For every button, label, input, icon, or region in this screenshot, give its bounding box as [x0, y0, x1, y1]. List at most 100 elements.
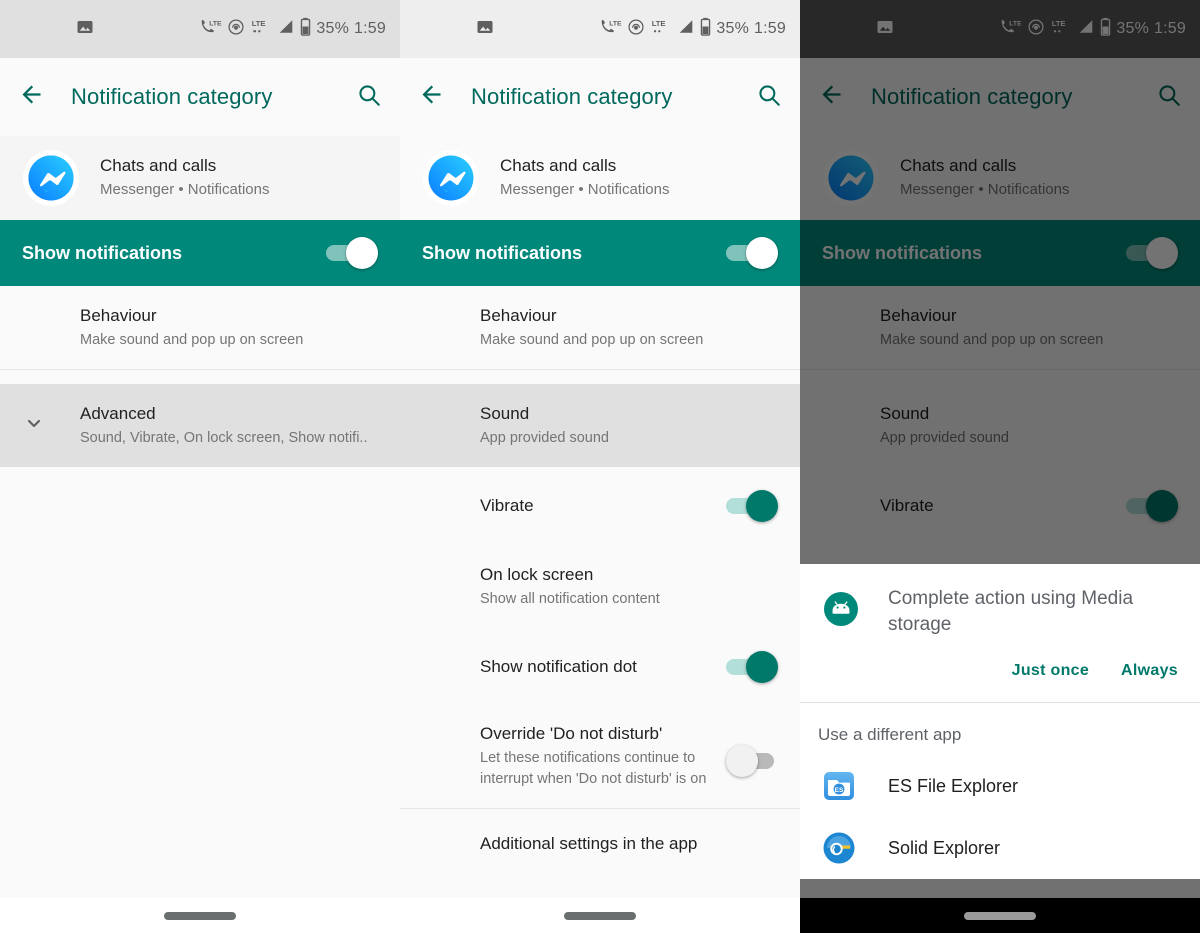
search-icon[interactable] — [756, 82, 782, 113]
svg-text:LTE: LTE — [252, 19, 266, 28]
chevron-down-icon — [22, 411, 46, 440]
vibrate-row[interactable]: Vibrate — [800, 467, 1200, 545]
use-different-app-header: Use a different app — [818, 725, 962, 744]
battery-icon — [300, 17, 311, 41]
advanced-row[interactable]: Advanced Sound, Vibrate, On lock screen,… — [0, 384, 400, 467]
sound-title: Sound — [480, 404, 530, 423]
panel-collapsed-advanced: LTE LTE 35% 1:59 Notification category C… — [0, 0, 400, 933]
signal-icon — [1077, 18, 1095, 40]
behaviour-row[interactable]: Behaviour Make sound and pop up on scree… — [400, 286, 800, 369]
image-icon — [76, 18, 94, 41]
hotspot-icon — [227, 18, 245, 41]
app-info-header: Chats and calls Messenger • Notification… — [800, 136, 1200, 220]
dialog-actions: Just once Always — [800, 648, 1200, 702]
vibrate-row[interactable]: Vibrate — [400, 467, 800, 545]
screenshot-root: LTE LTE 35% 1:59 Notification category C… — [0, 0, 1200, 933]
lock-screen-row[interactable]: On lock screen Show all notification con… — [400, 545, 800, 628]
show-notifications-row[interactable]: Show notifications — [800, 220, 1200, 286]
override-dnd-title: Override 'Do not disturb' — [480, 724, 663, 743]
messenger-icon — [822, 149, 880, 207]
show-notifications-toggle[interactable] — [326, 237, 378, 269]
vibrate-toggle[interactable] — [1126, 490, 1178, 522]
lte-data-icon: LTE — [650, 18, 672, 41]
android-media-storage-icon — [822, 590, 860, 628]
sound-subtitle: App provided sound — [480, 430, 609, 446]
dialog-title: Complete action using Media storage — [888, 588, 1134, 635]
lte-call-icon: LTE — [600, 18, 622, 41]
always-button[interactable]: Always — [1121, 662, 1178, 680]
image-icon — [476, 18, 494, 41]
behaviour-title: Behaviour — [880, 306, 957, 325]
clock: 1:59 — [754, 20, 786, 37]
messenger-icon — [422, 149, 480, 207]
system-nav-bar — [400, 898, 800, 933]
behaviour-title: Behaviour — [480, 306, 557, 325]
lte-call-icon: LTE — [200, 18, 222, 41]
show-notifications-row[interactable]: Show notifications — [400, 220, 800, 286]
override-dnd-row[interactable]: Override 'Do not disturb' Let these noti… — [400, 706, 800, 808]
svg-text:LTE: LTE — [652, 19, 666, 28]
page-title: Notification category — [71, 84, 273, 109]
battery-percent: 35% — [716, 20, 750, 37]
messenger-icon — [22, 149, 80, 207]
show-notifications-label: Show notifications — [22, 242, 182, 263]
back-arrow-icon[interactable] — [18, 81, 45, 113]
behaviour-row[interactable]: Behaviour Make sound and pop up on scree… — [0, 286, 400, 369]
override-dnd-toggle[interactable] — [726, 745, 778, 777]
page-title: Notification category — [471, 84, 673, 109]
battery-percent: 35% — [316, 20, 350, 37]
battery-percent: 35% — [1116, 20, 1150, 37]
es-file-explorer-icon: ES — [822, 769, 856, 803]
nav-gesture-pill[interactable] — [964, 911, 1036, 920]
sound-title: Sound — [880, 404, 930, 423]
signal-icon — [277, 18, 295, 40]
chooser-app-solid-explorer[interactable]: Solid Explorer — [800, 817, 1200, 879]
nav-gesture-pill[interactable] — [564, 911, 636, 920]
intent-chooser-dialog: Complete action using Media storage Just… — [800, 564, 1200, 879]
vibrate-toggle[interactable] — [726, 490, 778, 522]
vibrate-title: Vibrate — [480, 496, 534, 515]
show-notifications-toggle[interactable] — [1126, 237, 1178, 269]
lock-screen-subtitle: Show all notification content — [480, 591, 660, 607]
sound-subtitle: App provided sound — [880, 430, 1009, 446]
svg-text:LTE: LTE — [1052, 19, 1066, 28]
chooser-app-name: Solid Explorer — [888, 837, 1001, 858]
svg-text:LTE: LTE — [210, 20, 223, 27]
spacer — [800, 370, 1200, 384]
behaviour-subtitle: Make sound and pop up on screen — [880, 332, 1104, 348]
app-channel-name: Chats and calls — [100, 156, 217, 175]
back-arrow-icon[interactable] — [418, 81, 445, 113]
just-once-button[interactable]: Just once — [1012, 662, 1089, 680]
solid-explorer-icon — [822, 831, 856, 865]
show-notifications-toggle[interactable] — [726, 237, 778, 269]
app-bar: Notification category — [400, 58, 800, 136]
app-bar: Notification category — [800, 58, 1200, 136]
dialog-header: Complete action using Media storage — [800, 564, 1200, 648]
panel-expanded-advanced: LTE LTE 35% 1:59 Notification category C… — [400, 0, 800, 933]
system-nav-bar — [800, 898, 1200, 933]
notification-dot-row[interactable]: Show notification dot — [400, 628, 800, 706]
behaviour-row[interactable]: Behaviour Make sound and pop up on scree… — [800, 286, 1200, 369]
search-icon[interactable] — [1156, 82, 1182, 113]
clock: 1:59 — [354, 20, 386, 37]
advanced-subtitle: Sound, Vibrate, On lock screen, Show not… — [80, 430, 368, 446]
chooser-app-name: ES File Explorer — [888, 775, 1019, 796]
spacer — [0, 370, 400, 384]
sound-row[interactable]: Sound App provided sound — [800, 384, 1200, 467]
status-bar: LTE LTE 35% 1:59 — [400, 0, 800, 58]
back-arrow-icon[interactable] — [818, 81, 845, 113]
show-notifications-label: Show notifications — [422, 242, 582, 263]
chooser-app-es-file-explorer[interactable]: ES ES File Explorer — [800, 755, 1200, 817]
additional-settings-row[interactable]: Additional settings in the app — [400, 809, 800, 879]
signal-icon — [677, 18, 695, 40]
search-icon[interactable] — [356, 82, 382, 113]
show-notifications-row[interactable]: Show notifications — [0, 220, 400, 286]
sound-row[interactable]: Sound App provided sound — [400, 384, 800, 467]
lte-data-icon: LTE — [250, 18, 272, 41]
page-title: Notification category — [871, 84, 1073, 109]
app-info-header: Chats and calls Messenger • Notification… — [0, 136, 400, 220]
notification-dot-toggle[interactable] — [726, 651, 778, 683]
battery-icon — [1100, 17, 1111, 41]
lte-call-icon: LTE — [1000, 18, 1022, 41]
nav-gesture-pill[interactable] — [164, 911, 236, 920]
